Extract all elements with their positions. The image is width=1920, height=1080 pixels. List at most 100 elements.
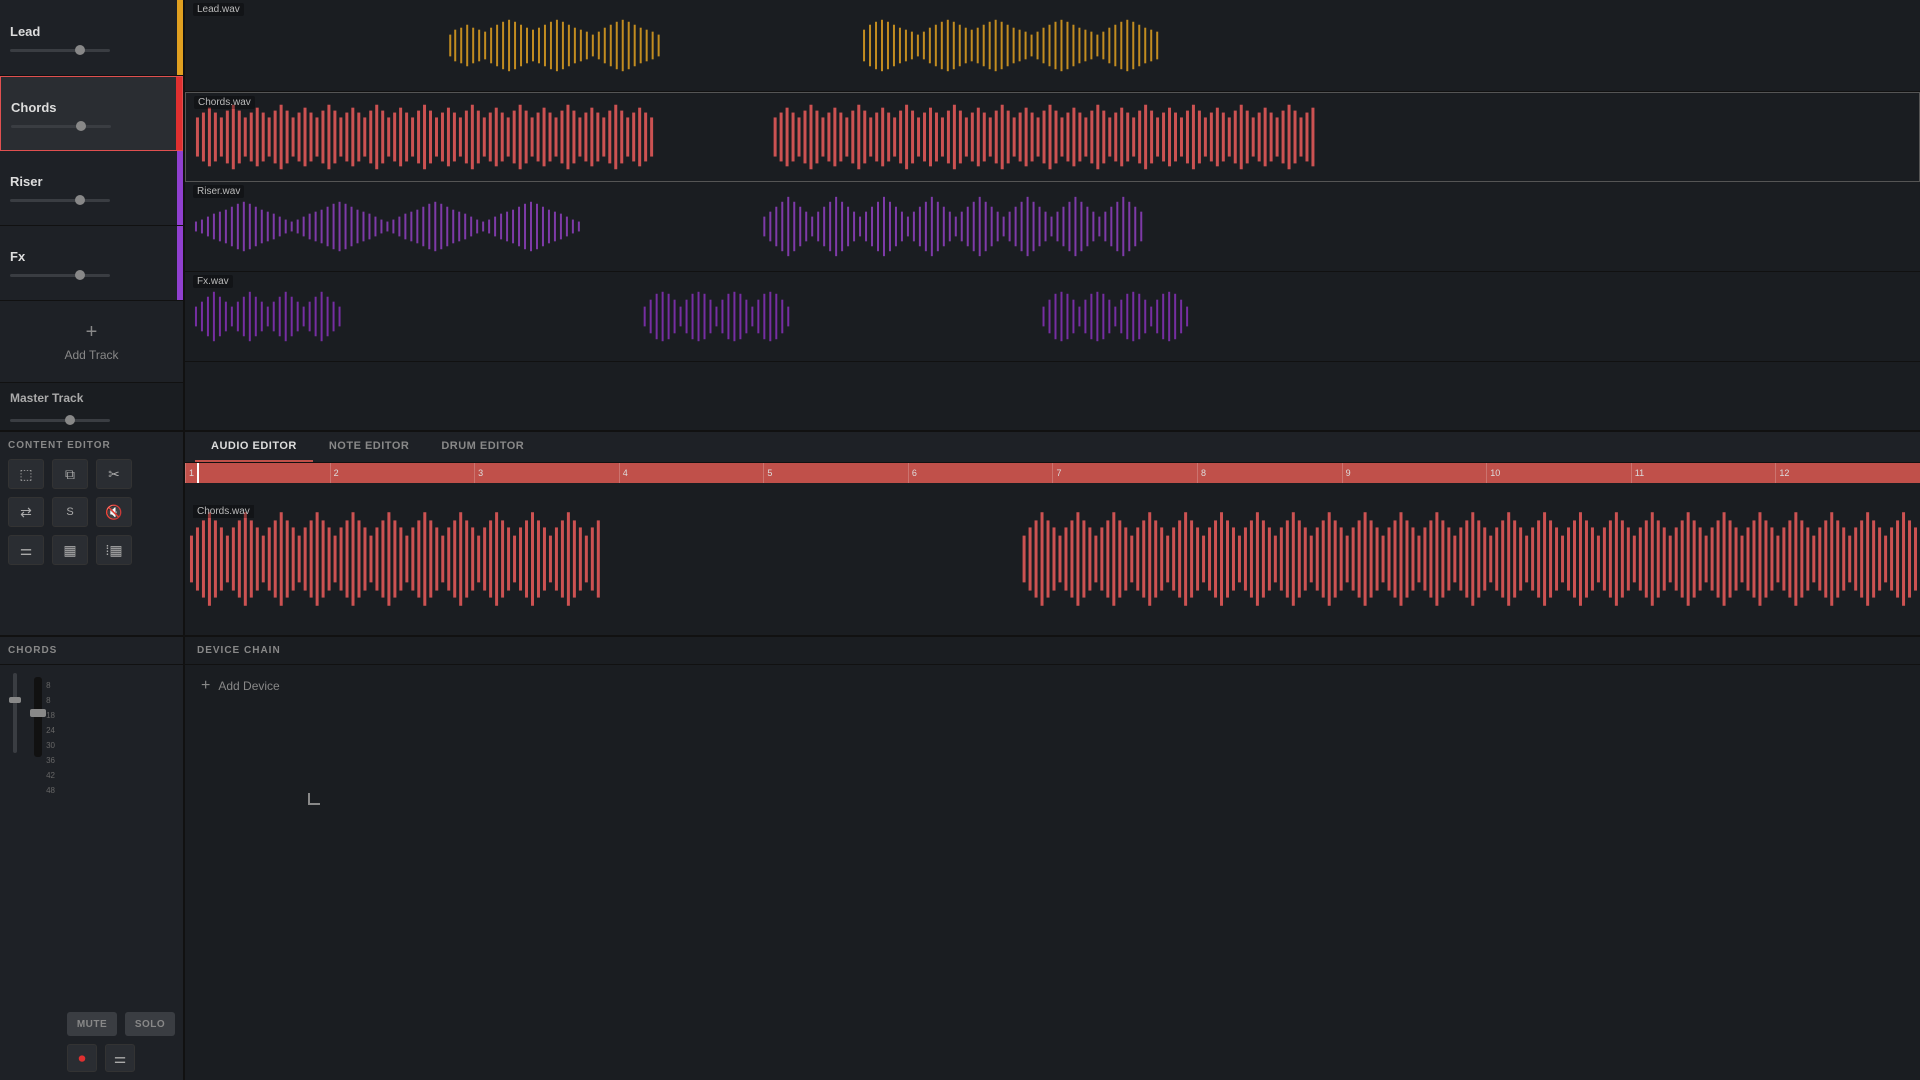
bottom-icons-row: ⏺ ⚌ (67, 1044, 175, 1072)
ruler-5: 5 (763, 463, 908, 483)
tool-copy[interactable]: ⧉ (52, 459, 88, 489)
track-volume-lead[interactable] (10, 49, 110, 52)
plus-icon: + (86, 321, 98, 344)
track-color-bar-riser (177, 151, 183, 225)
track-name-fx: Fx (10, 249, 173, 264)
editor-tabs-area: AUDIO EDITOR NOTE EDITOR DRUM EDITOR 1 2… (185, 432, 1920, 635)
track-name-lead: Lead (10, 24, 173, 39)
chords-panel: CHORDS 8 8 18 24 30 (0, 637, 185, 1080)
master-track-header[interactable]: Master Track (0, 382, 183, 430)
ruler-7: 7 (1052, 463, 1197, 483)
lead-file-label: Lead.wav (193, 3, 244, 16)
tool-piano[interactable]: ▦ (52, 535, 88, 565)
ruler-12: 12 (1775, 463, 1920, 483)
chords-volume-slider[interactable] (13, 673, 17, 753)
track-header-riser[interactable]: Riser (0, 151, 183, 226)
ruler-8: 8 (1197, 463, 1342, 483)
riser-file-label: Riser.wav (193, 185, 244, 198)
track-color-bar-chords (176, 77, 182, 150)
add-track-button[interactable]: + Add Track (0, 301, 183, 382)
chords-volume-thumb (9, 697, 21, 703)
chords-file-label: Chords.wav (194, 96, 255, 109)
solo-button[interactable]: SOLO (125, 1012, 175, 1036)
track-lane-fx[interactable]: Fx.wav (185, 272, 1920, 362)
db-mark-0: 8 (46, 681, 55, 690)
db-mark-6: 42 (46, 771, 55, 780)
add-device-label: Add Device (218, 679, 279, 693)
audio-waveform-area[interactable]: Chords.wav (185, 483, 1920, 635)
playhead (197, 463, 199, 483)
ruler-1: 1 (185, 463, 330, 483)
equalizer-icon-button[interactable]: ⚌ (105, 1044, 135, 1072)
track-header-chords[interactable]: Chords (0, 76, 183, 151)
fx-file-label: Fx.wav (193, 275, 233, 288)
track-volume-fx[interactable] (10, 274, 110, 277)
db-mark-3: 24 (46, 726, 55, 735)
track-lane-riser[interactable]: Riser.wav (185, 182, 1920, 272)
lead-waveform (185, 0, 1920, 91)
mute-solo-row: MUTE SOLO (67, 1012, 175, 1036)
tool-row-2: ⇄ S 🔇 (8, 497, 175, 527)
fader-area: 8 8 18 24 30 36 42 48 (30, 673, 59, 1072)
chords-waveform (186, 93, 1919, 181)
track-volume-chords[interactable] (11, 125, 111, 128)
tool-eq[interactable]: ⚌ (8, 535, 44, 565)
track-name-chords: Chords (11, 100, 172, 115)
editor-tabs: AUDIO EDITOR NOTE EDITOR DRUM EDITOR (185, 432, 1920, 463)
track-lane-lead[interactable]: Lead.wav (185, 0, 1920, 92)
ruler-6: 6 (908, 463, 1053, 483)
chords-section-label: CHORDS (0, 637, 183, 665)
tab-drum-editor[interactable]: DRUM EDITOR (425, 432, 540, 462)
audio-editor-content: 1 2 3 4 5 6 7 8 9 10 11 12 Chords.wav (185, 463, 1920, 635)
tool-split[interactable]: ⇄ (8, 497, 44, 527)
tool-drum[interactable]: ⁞▦ (96, 535, 132, 565)
master-track-name: Master Track (10, 391, 173, 405)
tool-cut[interactable]: ⬚ (8, 459, 44, 489)
db-mark-1: 8 (46, 696, 55, 705)
track-color-bar-lead (177, 0, 183, 75)
fader-track[interactable] (34, 677, 42, 757)
tab-audio-editor[interactable]: AUDIO EDITOR (195, 432, 313, 462)
empty-track-area (185, 362, 1920, 422)
tool-scissors[interactable]: ✂ (96, 459, 132, 489)
content-editor-panel: CONTENT EDITOR ⬚ ⧉ ✂ ⇄ S 🔇 ⚌ ▦ ⁞▦ (0, 432, 185, 635)
ruler-marks: 1 2 3 4 5 6 7 8 9 10 11 12 (185, 463, 1920, 483)
track-volume-riser[interactable] (10, 199, 110, 202)
fader-thumb (30, 709, 46, 717)
track-header-lead[interactable]: Lead (0, 0, 183, 76)
fader-strip (34, 677, 42, 1068)
tool-stretch[interactable]: S (52, 497, 88, 527)
fx-waveform (185, 272, 1920, 361)
tab-note-editor[interactable]: NOTE EDITOR (313, 432, 425, 462)
master-volume-slider[interactable] (10, 419, 110, 422)
audio-ruler: 1 2 3 4 5 6 7 8 9 10 11 12 (185, 463, 1920, 483)
riser-waveform (185, 182, 1920, 271)
mute-button[interactable]: MUTE (67, 1012, 117, 1036)
tool-mute-clip[interactable]: 🔇 (96, 497, 132, 527)
audio-editor-waveform (185, 483, 1920, 635)
record-icon-button[interactable]: ⏺ (67, 1044, 97, 1072)
ruler-4: 4 (619, 463, 764, 483)
add-device-button[interactable]: + Add Device (185, 665, 1920, 707)
db-mark-4: 30 (46, 741, 55, 750)
track-color-bar-fx (177, 226, 183, 300)
track-headers: Lead Chords Riser Fx + Add Track (0, 0, 185, 430)
db-mark-5: 36 (46, 756, 55, 765)
ruler-2: 2 (330, 463, 475, 483)
tool-row-3: ⚌ ▦ ⁞▦ (8, 535, 175, 565)
db-mark-2: 18 (46, 711, 55, 720)
ruler-9: 9 (1342, 463, 1487, 483)
content-editor-label: CONTENT EDITOR (8, 440, 175, 451)
track-lane-chords[interactable]: Chords.wav (185, 92, 1920, 182)
device-chain-area: DEVICE CHAIN + Add Device (185, 637, 1920, 1080)
track-header-fx[interactable]: Fx (0, 226, 183, 301)
tracks-container: Lead.wav (185, 0, 1920, 430)
track-name-riser: Riser (10, 174, 173, 189)
audio-clip-label: Chords.wav (193, 505, 254, 518)
ruler-10: 10 (1486, 463, 1631, 483)
db-mark-7: 48 (46, 786, 55, 795)
add-track-label: Add Track (64, 348, 118, 362)
chords-vertical-slider-container (8, 673, 22, 1072)
db-scale: 8 8 18 24 30 36 42 48 (46, 677, 55, 1068)
ruler-11: 11 (1631, 463, 1776, 483)
